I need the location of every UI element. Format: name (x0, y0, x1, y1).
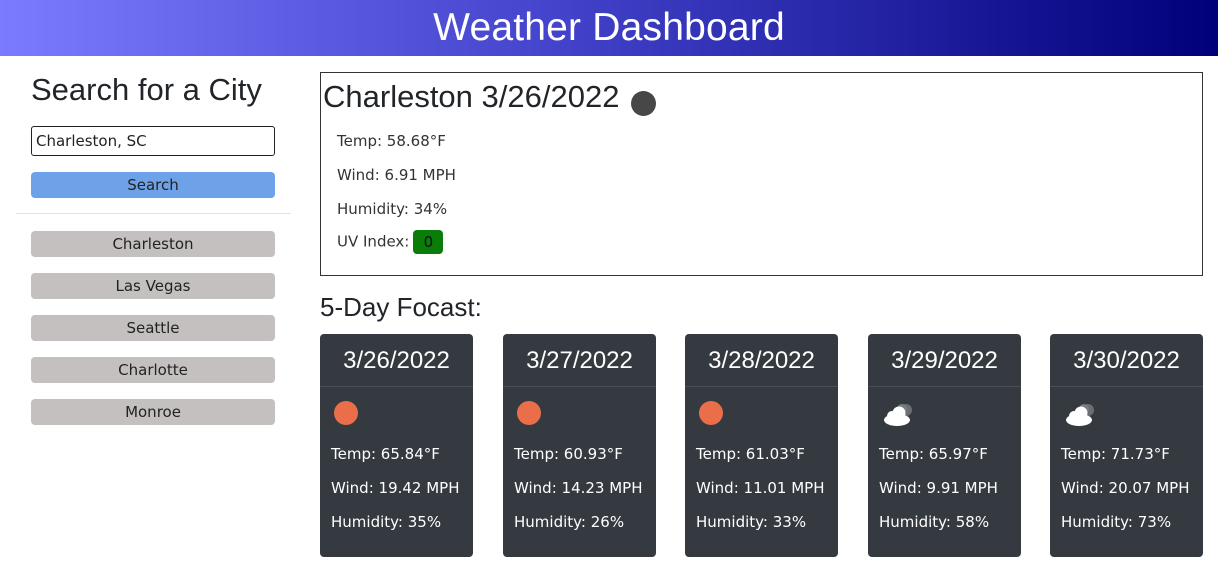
cloud-icon (1064, 401, 1094, 426)
forecast-date: 3/30/2022 (1050, 334, 1203, 387)
app-header: Weather Dashboard (0, 0, 1218, 56)
current-weather-panel: Charleston 3/26/2022 Temp: 58.68°F Wind:… (320, 72, 1203, 276)
history-button-charleston[interactable]: Charleston (31, 231, 275, 257)
forecast-humidity: Humidity: 33% (696, 513, 807, 531)
uv-index-badge: 0 (413, 230, 444, 254)
forecast-card: 3/28/2022 Temp: 61.03°F Wind: 11.01 MPH … (685, 334, 838, 557)
forecast-card: 3/29/2022 Temp: 65.97°F Wind: 9.91 MPH H… (868, 334, 1021, 557)
forecast-temp: Temp: 60.93°F (514, 445, 623, 463)
forecast-date: 3/27/2022 (503, 334, 656, 387)
forecast-humidity: Humidity: 73% (1061, 513, 1172, 531)
forecast-temp: Temp: 65.97°F (879, 445, 988, 463)
current-uv-row: UV Index: 0 (337, 230, 444, 254)
forecast-humidity: Humidity: 35% (331, 513, 442, 531)
city-search-input[interactable] (31, 126, 275, 156)
forecast-card: 3/30/2022 Temp: 71.73°F Wind: 20.07 MPH … (1050, 334, 1203, 557)
forecast-card: 3/27/2022 Temp: 60.93°F Wind: 14.23 MPH … (503, 334, 656, 557)
forecast-humidity: Humidity: 58% (879, 513, 990, 531)
forecast-wind: Wind: 14.23 MPH (514, 479, 643, 497)
uv-index-label: UV Index: (337, 232, 410, 251)
current-weather-heading: Charleston 3/26/2022 (323, 77, 657, 116)
sun-icon (334, 401, 360, 425)
page-title: Weather Dashboard (433, 6, 785, 49)
current-humidity: Humidity: 34% (337, 200, 448, 218)
history-button-charlotte[interactable]: Charlotte (31, 357, 275, 383)
current-temp: Temp: 58.68°F (337, 132, 446, 150)
search-button[interactable]: Search (31, 172, 275, 198)
forecast-date: 3/26/2022 (320, 334, 473, 387)
sun-icon (517, 401, 543, 425)
history-button-monroe[interactable]: Monroe (31, 399, 275, 425)
cloud-icon (882, 401, 912, 426)
search-history: Charleston Las Vegas Seattle Charlotte M… (31, 231, 275, 441)
forecast-temp: Temp: 65.84°F (331, 445, 440, 463)
forecast-wind: Wind: 19.42 MPH (331, 479, 460, 497)
sun-icon (699, 401, 725, 425)
forecast-temp: Temp: 61.03°F (696, 445, 805, 463)
history-button-las-vegas[interactable]: Las Vegas (31, 273, 275, 299)
current-city-date: Charleston 3/26/2022 (323, 78, 620, 114)
forecast-date: 3/29/2022 (868, 334, 1021, 387)
current-wind: Wind: 6.91 MPH (337, 166, 456, 184)
forecast-date: 3/28/2022 (685, 334, 838, 387)
history-button-seattle[interactable]: Seattle (31, 315, 275, 341)
search-heading: Search for a City (31, 72, 262, 107)
forecast-wind: Wind: 20.07 MPH (1061, 479, 1190, 497)
weather-icon (631, 91, 657, 116)
forecast-card: 3/26/2022 Temp: 65.84°F Wind: 19.42 MPH … (320, 334, 473, 557)
sidebar-divider (16, 213, 291, 214)
forecast-temp: Temp: 71.73°F (1061, 445, 1170, 463)
forecast-wind: Wind: 11.01 MPH (696, 479, 825, 497)
forecast-humidity: Humidity: 26% (514, 513, 625, 531)
forecast-wind: Wind: 9.91 MPH (879, 479, 998, 497)
forecast-heading: 5-Day Focast: (320, 292, 482, 322)
